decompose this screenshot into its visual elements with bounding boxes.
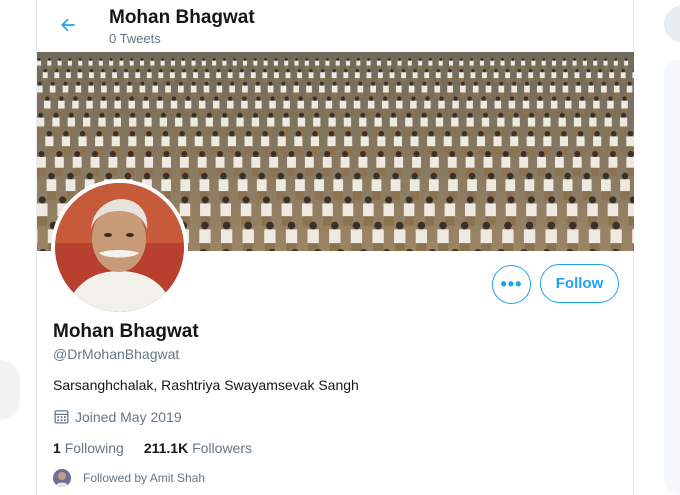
suggestions-panel: [664, 400, 680, 495]
back-arrow-icon: [60, 18, 75, 32]
left-gutter: [0, 0, 36, 495]
trends-panel: [664, 60, 680, 440]
avatar-image: [55, 183, 184, 312]
followers-label: Followers: [192, 440, 252, 456]
header-title: Mohan Bhagwat: [109, 7, 255, 28]
more-options-button[interactable]: •••: [492, 265, 531, 304]
follow-stats: 1 Following 211.1K Followers: [53, 440, 252, 456]
followers-link[interactable]: 211.1K Followers: [144, 440, 252, 456]
follow-button[interactable]: Follow: [540, 264, 619, 303]
profile-handle: @DrMohanBhagwat: [53, 346, 180, 362]
back-button[interactable]: [53, 10, 83, 40]
left-edge-shape: [0, 360, 20, 420]
profile-bio: Sarsanghchalak, Rashtriya Swayamsevak Sa…: [53, 377, 359, 393]
profile-avatar[interactable]: [51, 179, 188, 316]
right-sidebar: [634, 0, 680, 495]
profile-column: Mohan Bhagwat 0 Tweets ••• Follow Mohan …: [36, 0, 635, 495]
tweet-count: 0 Tweets: [109, 31, 161, 46]
following-label: Following: [64, 440, 124, 456]
profile-header: Mohan Bhagwat 0 Tweets: [37, 0, 635, 52]
joined-label: Joined May 2019: [75, 408, 182, 425]
calendar-icon: [54, 410, 69, 424]
joined-date: Joined May 2019: [53, 408, 182, 425]
following-link[interactable]: 1 Following: [53, 440, 124, 456]
followers-count: 211.1K: [143, 440, 189, 456]
followed-by-text: Followed by Amit Shah: [83, 471, 206, 485]
follower-avatar: [53, 469, 71, 487]
search-box[interactable]: [664, 5, 680, 43]
avatar-photo: [55, 183, 184, 312]
followed-by[interactable]: Followed by Amit Shah: [53, 469, 205, 487]
following-count: 1: [53, 440, 61, 456]
profile-name: Mohan Bhagwat: [53, 321, 199, 342]
